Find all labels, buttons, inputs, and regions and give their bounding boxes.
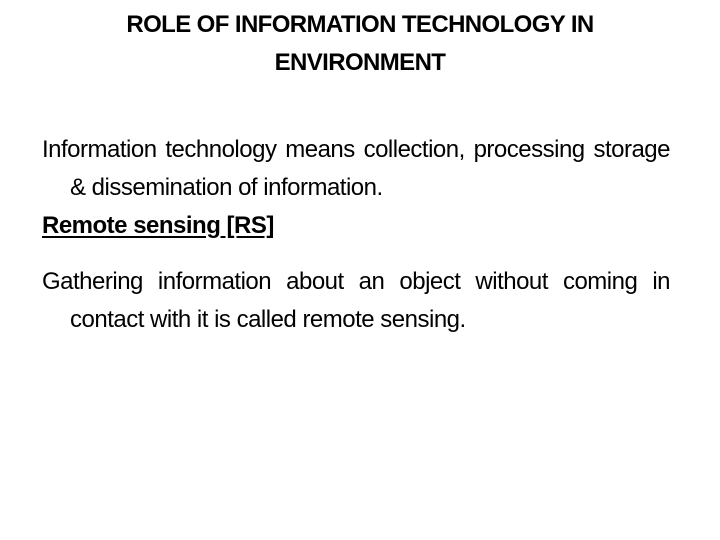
it-definition-paragraph: Information technology means collection,… (42, 136, 671, 201)
slide-body: Information technology means collection,… (42, 131, 671, 339)
remote-sensing-definition-paragraph: Gathering information about an object wi… (42, 268, 671, 333)
slide-title: ROLE OF INFORMATION TECHNOLOGY IN ENVIRO… (126, 11, 594, 76)
remote-sensing-heading: Remote sensing [RS] (42, 212, 274, 239)
